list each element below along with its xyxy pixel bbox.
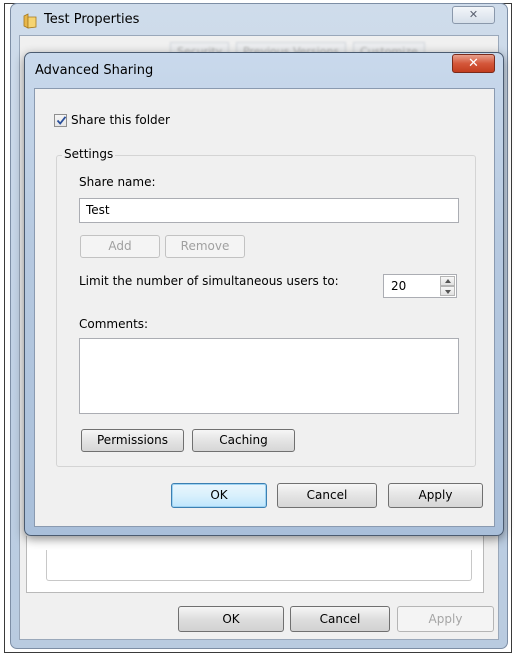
properties-apply-button: Apply: [397, 606, 494, 632]
close-icon: ✕: [468, 8, 479, 21]
apply-button[interactable]: Apply: [388, 483, 483, 508]
limit-users-label: Limit the number of simultaneous users t…: [79, 274, 339, 288]
window-title: Test Properties: [44, 12, 140, 27]
properties-cancel-button[interactable]: Cancel: [290, 606, 390, 632]
share-name-input[interactable]: Test: [79, 198, 459, 223]
remove-button: Remove: [165, 235, 245, 258]
permissions-button[interactable]: Permissions: [81, 429, 184, 452]
dialog-close-button[interactable]: ✕: [452, 54, 495, 73]
properties-ok-button[interactable]: OK: [178, 606, 284, 632]
user-limit-spinner[interactable]: 20: [383, 274, 457, 298]
advanced-sharing-dialog: Advanced Sharing ✕ Share this folder Set…: [24, 52, 504, 536]
close-icon: ✕: [468, 56, 479, 71]
share-folder-checkbox[interactable]: [54, 114, 67, 127]
arrow-up-icon[interactable]: [440, 276, 455, 286]
add-button: Add: [80, 235, 160, 258]
dialog-title: Advanced Sharing: [35, 63, 154, 78]
dialog-client-area: Share this folder Settings Share name: T…: [34, 88, 495, 527]
checkmark-icon: [56, 116, 67, 125]
comments-label: Comments:: [79, 317, 149, 331]
close-button[interactable]: ✕: [452, 6, 495, 24]
caching-button[interactable]: Caching: [192, 429, 295, 452]
share-name-label: Share name:: [79, 175, 156, 189]
folder-icon: [23, 13, 37, 29]
arrow-down-icon[interactable]: [440, 286, 455, 296]
settings-legend: Settings: [62, 147, 116, 161]
test-properties-titlebar[interactable]: Test Properties ✕: [11, 4, 507, 34]
ok-button[interactable]: OK: [171, 483, 267, 508]
properties-groupbox: [46, 550, 472, 581]
comments-textarea[interactable]: [79, 338, 459, 414]
share-folder-label: Share this folder: [71, 113, 170, 127]
spinner-arrows: [440, 276, 455, 296]
cancel-button[interactable]: Cancel: [277, 483, 377, 508]
user-limit-value[interactable]: 20: [391, 275, 406, 297]
